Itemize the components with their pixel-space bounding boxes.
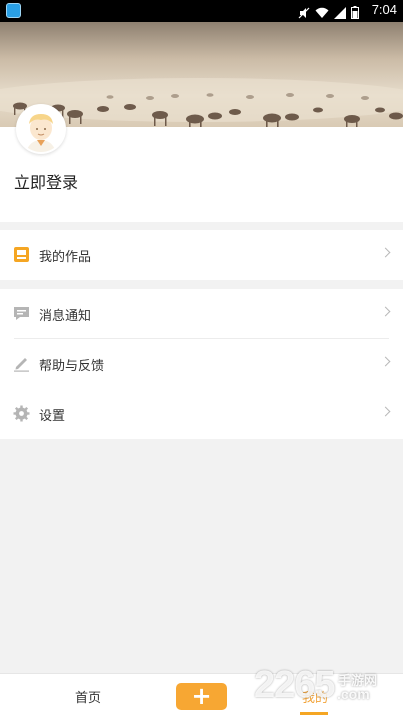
menu-label-help-feedback: 帮助与反馈 <box>39 358 105 374</box>
chevron-right-icon <box>380 356 391 367</box>
works-group: 我的作品 <box>0 230 403 280</box>
mute-icon <box>298 4 310 23</box>
status-bar: 7:04 <box>0 0 403 22</box>
menu-item-my-works[interactable]: 我的作品 <box>0 230 403 280</box>
profile-banner-image <box>0 22 403 127</box>
chevron-right-icon <box>380 306 391 317</box>
tab-home[interactable]: 首页 <box>75 687 101 706</box>
chevron-right-icon <box>380 247 391 258</box>
chevron-right-icon <box>380 406 391 417</box>
add-button[interactable]: + <box>176 683 227 710</box>
works-icon <box>13 246 30 263</box>
system-icons <box>298 4 359 23</box>
watermark-number: 2265 <box>254 664 336 706</box>
login-link[interactable]: 立即登录 <box>14 169 78 193</box>
app-notification-icon <box>6 3 21 18</box>
signal-icon <box>334 4 346 23</box>
watermark-domain: .com <box>337 686 370 702</box>
menu-label-my-works: 我的作品 <box>39 249 92 265</box>
settings-group: 消息通知 帮助与反馈 设置 <box>0 289 403 439</box>
battery-icon <box>351 4 359 23</box>
active-tab-indicator <box>300 712 328 715</box>
menu-label-notifications: 消息通知 <box>39 308 92 324</box>
gear-icon <box>13 405 30 422</box>
menu-item-settings[interactable]: 设置 <box>0 389 403 439</box>
wifi-icon <box>315 4 329 23</box>
message-icon <box>13 305 30 322</box>
menu-item-help-feedback[interactable]: 帮助与反馈 <box>0 339 403 389</box>
status-time: 7:04 <box>371 2 397 17</box>
pencil-icon <box>13 355 30 372</box>
menu-label-settings: 设置 <box>39 408 66 424</box>
menu-item-notifications[interactable]: 消息通知 <box>0 289 403 339</box>
avatar[interactable] <box>16 104 66 154</box>
